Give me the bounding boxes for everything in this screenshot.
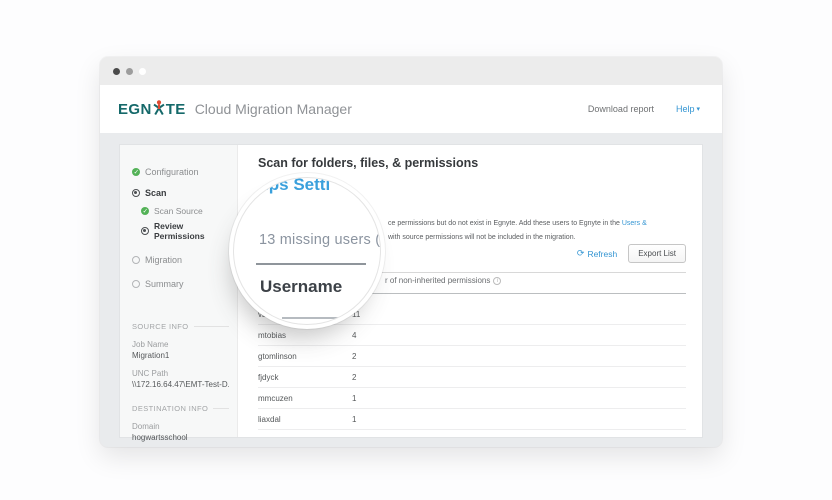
window-control-icon-3[interactable]: [139, 67, 146, 75]
divider: [282, 317, 342, 319]
window-control-icon-1[interactable]: [113, 67, 120, 75]
download-report-link[interactable]: Download report: [588, 104, 654, 114]
magnified-username-header: Username: [260, 277, 343, 296]
sidebar-step-configuration[interactable]: Configuration: [132, 167, 229, 177]
username-cell: mmcuzen: [258, 393, 293, 403]
egnyte-logo: EGN TE: [118, 100, 186, 118]
info-icon[interactable]: i: [493, 276, 502, 285]
description-line-1: ce permissions but do not exist in Egnyt…: [388, 220, 647, 227]
chevron-down-icon: ▾: [696, 106, 700, 113]
permission-count-cell: 1: [352, 393, 357, 403]
header-actions: Download report Help ▾: [588, 104, 700, 114]
job-name-value: Migration1: [132, 351, 170, 360]
wizard-sidebar: Configuration Scan Scan Source Review Pe…: [120, 145, 238, 442]
permission-count-cell: 2: [352, 372, 357, 382]
table-row[interactable]: fjdyck 2: [258, 367, 686, 388]
logo-text-right: TE: [165, 100, 186, 118]
source-info-section-header: SOURCE INFO: [132, 322, 229, 331]
username-cell: liaxdal: [258, 414, 281, 424]
permissions-column-header: r of non-inherited permissions i: [385, 276, 502, 285]
magnified-settings-link-fragment: oups Setti: [248, 178, 331, 194]
divider: [193, 326, 229, 327]
unc-path-value: \\172.16.64.47\EMT-Test-D...: [132, 380, 229, 389]
permission-count-cell: 2: [352, 351, 357, 361]
table-row[interactable]: mmcuzen 1: [258, 388, 686, 409]
destination-info-section-header: DESTINATION INFO: [132, 404, 229, 413]
divider: [256, 263, 366, 265]
logo-text-left: EGN: [118, 100, 152, 118]
domain-value: hogwartsschool: [132, 433, 188, 442]
refresh-button[interactable]: ⟳ Refresh: [577, 249, 617, 259]
target-circle-icon: [141, 227, 149, 235]
help-menu[interactable]: Help ▾: [676, 104, 700, 114]
table-row[interactable]: mtobias 4: [258, 325, 686, 346]
page-title: Scan for folders, files, & permissions: [258, 156, 479, 170]
username-cell: fjdyck: [258, 372, 279, 382]
permission-count-cell: 11: [352, 309, 361, 319]
missing-users-description: ce permissions but do not exist in Egnyt…: [388, 217, 647, 245]
sidebar-step-scan[interactable]: Scan: [132, 188, 229, 198]
refresh-icon: ⟳: [576, 248, 585, 258]
magnified-missing-users-count: 13 missing users (: [259, 232, 380, 248]
unc-path-label: UNC Path: [132, 369, 169, 378]
table-actions: ⟳ Refresh Export List: [577, 244, 686, 263]
users-groups-settings-link[interactable]: Users &: [622, 220, 647, 227]
empty-circle-icon: [132, 280, 140, 288]
empty-circle-icon: [132, 256, 140, 264]
permission-count-cell: 4: [352, 330, 357, 340]
sidebar-step-review-permissions[interactable]: Review Permissions: [141, 221, 229, 241]
app-title: Cloud Migration Manager: [194, 101, 352, 117]
sidebar-step-scan-source[interactable]: Scan Source: [141, 206, 229, 216]
permission-count-cell: 1: [352, 414, 357, 424]
sidebar-step-migration[interactable]: Migration: [132, 255, 229, 265]
job-name-label: Job Name: [132, 340, 169, 349]
target-circle-icon: [132, 189, 140, 197]
username-cell: gtomlinson: [258, 351, 297, 361]
help-label: Help: [675, 104, 695, 114]
app-window: EGN TE Cloud Migration Manager Download …: [100, 57, 722, 447]
window-titlebar: [100, 57, 722, 85]
table-row[interactable]: liaxdal 1: [258, 409, 686, 430]
table-row[interactable]: gtomlinson 2: [258, 346, 686, 367]
check-circle-icon: [141, 207, 149, 215]
check-circle-icon: [132, 168, 140, 176]
page: EGN TE Cloud Migration Manager Download …: [0, 0, 832, 500]
description-line-2: with source permissions will not be incl…: [388, 234, 576, 241]
username-cell: mtobias: [258, 330, 287, 340]
app-header: EGN TE Cloud Migration Manager Download …: [100, 85, 722, 133]
divider: [213, 408, 229, 409]
export-list-button[interactable]: Export List: [628, 244, 686, 263]
egnyte-star-icon: [153, 100, 165, 116]
window-control-icon-2[interactable]: [126, 67, 133, 75]
magnifier-lens: oups Setti 13 missing users ( Username: [234, 178, 380, 324]
sidebar-step-summary[interactable]: Summary: [132, 279, 229, 289]
content-card: Configuration Scan Scan Source Review Pe…: [120, 145, 702, 442]
domain-label: Domain: [132, 422, 160, 431]
